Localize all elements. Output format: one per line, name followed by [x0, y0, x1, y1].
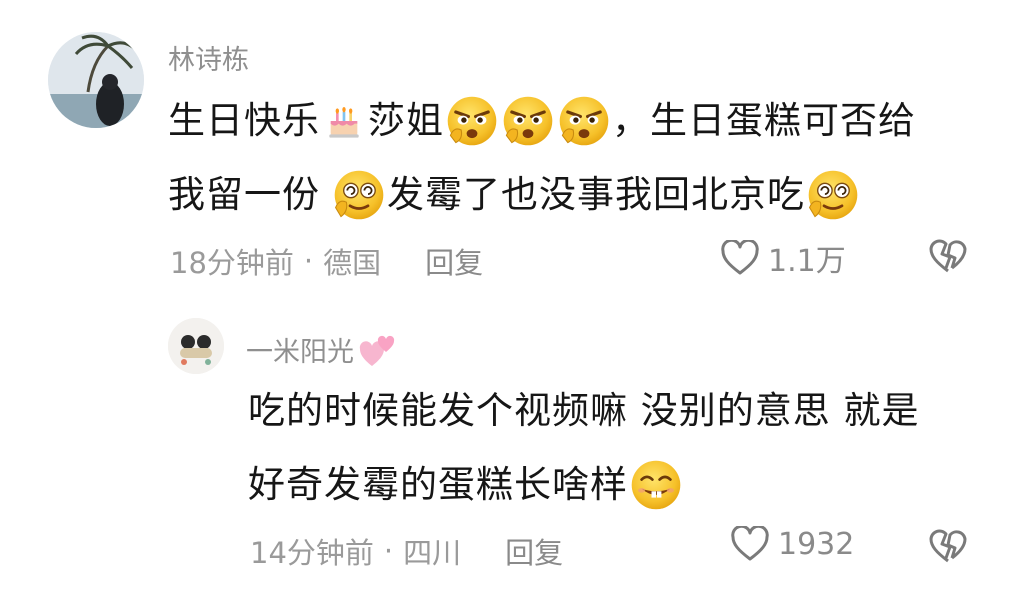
text-segment: 生日快乐 [168, 99, 320, 142]
meta-separator: · [303, 244, 314, 278]
meta-separator: · [383, 534, 394, 568]
like-count: 1932 [778, 526, 855, 562]
comment-time: 18分钟前 [170, 246, 294, 280]
dizzy-face-icon [806, 168, 860, 222]
comment-username[interactable]: 林诗栋 [168, 38, 249, 77]
text-segment: 我留一份 [168, 173, 320, 216]
comment-meta: 18分钟前 · 德国 回复 [170, 240, 483, 282]
text-segment: 莎姐 [368, 99, 444, 142]
like-button[interactable]: 1.1万 [720, 236, 846, 280]
dislike-button[interactable] [928, 528, 968, 564]
comment-time: 14分钟前 [250, 536, 374, 570]
text-segment: 吃的时候能发个视频嘛 没别的意思 就是 [248, 389, 920, 432]
like-button[interactable]: 1932 [730, 526, 854, 562]
comment-location: 德国 [323, 246, 382, 280]
text-segment: ，生日蛋糕可否给 [612, 99, 916, 142]
comment-line: 好奇发霉的蛋糕长啥样 [248, 448, 920, 522]
angry-face-icon [501, 94, 555, 148]
username-text: 林诗栋 [168, 45, 249, 76]
reply-button[interactable]: 回复 [425, 240, 483, 282]
comment-text: 生日快乐 莎姐 ，生日蛋糕可否给 我留一份 发霉了也没事我回北京吃 [168, 84, 916, 232]
comment-username[interactable]: 一米阳光 [246, 330, 398, 369]
comment-line: 生日快乐 莎姐 ，生日蛋糕可否给 [168, 84, 916, 158]
birthday-cake-icon [324, 101, 364, 141]
text-segment: 好奇发霉的蛋糕长啥样 [248, 463, 628, 506]
buck-tooth-grin-icon [629, 458, 683, 512]
broken-heart-icon [929, 239, 967, 273]
dislike-button[interactable] [928, 238, 968, 274]
comment-location: 四川 [403, 536, 462, 570]
heart-outline-icon [721, 240, 759, 275]
pink-hearts-icon [359, 335, 395, 366]
comment-text: 吃的时候能发个视频嘛 没别的意思 就是 好奇发霉的蛋糕长啥样 [248, 374, 920, 522]
text-segment: 发霉了也没事我回北京吃 [387, 173, 805, 216]
comment-line: 吃的时候能发个视频嘛 没别的意思 就是 [248, 374, 920, 448]
angry-face-icon [557, 94, 611, 148]
heart-outline-icon [731, 526, 769, 561]
avatar[interactable] [48, 32, 144, 128]
dizzy-face-icon [332, 168, 386, 222]
angry-face-icon [445, 94, 499, 148]
comment-line: 我留一份 发霉了也没事我回北京吃 [168, 158, 916, 232]
broken-heart-icon [929, 529, 967, 563]
comment-meta: 14分钟前 · 四川 回复 [250, 530, 563, 572]
avatar[interactable] [168, 318, 224, 374]
like-count: 1.1万 [768, 244, 846, 279]
reply-button[interactable]: 回复 [505, 530, 563, 572]
username-text: 一米阳光 [246, 337, 354, 368]
